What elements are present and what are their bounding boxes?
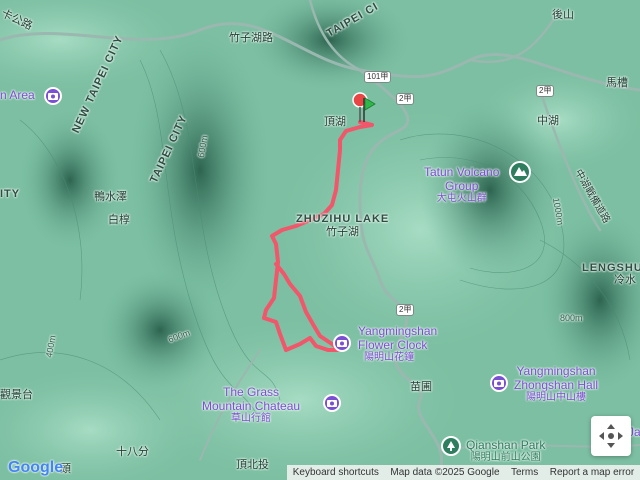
google-logo: Google <box>8 459 64 476</box>
place-miaopu: 苗圃 <box>410 381 432 393</box>
keyboard-shortcuts-link[interactable]: Keyboard shortcuts <box>293 467 379 478</box>
park-icon[interactable] <box>441 436 461 456</box>
report-error-link[interactable]: Report a map error <box>550 467 634 478</box>
contour-800-right: 800m <box>560 313 583 323</box>
place-yashuize: 鴨水澤 <box>94 191 127 203</box>
place-zhuzihu-zh: 竹子湖 <box>326 226 359 238</box>
poi-qianshan-park-line1: Qianshan Park <box>466 438 546 452</box>
poi-tatun-zh: 大屯火山群 <box>436 193 487 204</box>
terms-link[interactable]: Terms <box>511 467 538 478</box>
poi-tatun-line1: Tatun Volcano <box>424 165 500 179</box>
place-zhonghu: 中湖 <box>537 115 559 127</box>
place-machao: 馬槽 <box>606 77 628 89</box>
poi-zhongshan-hall-zh: 陽明山中山樓 <box>526 392 587 403</box>
poi-grass-mountain-line1: The Grass <box>223 385 280 399</box>
highway-shield-2a-right: 2甲 <box>536 85 555 97</box>
highway-shield-101a: 101甲 <box>364 71 392 83</box>
poi-flower-clock-line2: Flower Clock <box>358 338 428 352</box>
poi-zhongshan-hall-line2: Zhongshan Hall <box>514 378 599 392</box>
poi-zhongshan-hall-label[interactable]: Yangmingshan Zhongshan Hall 陽明山中山樓 <box>514 364 598 404</box>
poi-flower-clock-label[interactable]: Yangmingshan Flower Clock 陽明山花鐘 <box>358 324 437 364</box>
zhongshan-hall-pin-icon[interactable] <box>490 374 508 392</box>
poi-zhongshan-hall-line1: Yangmingshan <box>516 364 596 378</box>
poi-grass-mountain-line2: Mountain Chateau <box>202 399 301 413</box>
poi-flower-clock-line1: Yangmingshan <box>358 324 438 338</box>
road-label-zhuzihu: 竹子湖路 <box>229 32 273 44</box>
place-left-partial-city: ITY <box>0 188 21 200</box>
left-area-pin-icon[interactable] <box>44 87 62 105</box>
attribution-bar: Keyboard shortcuts Map data ©2025 Google… <box>287 465 640 480</box>
place-shibafen: 十八分 <box>116 446 149 458</box>
map-data-text: Map data ©2025 Google <box>390 467 500 478</box>
place-guanjingtai: 觀景台 <box>0 389 33 401</box>
grass-mountain-pin-icon[interactable] <box>323 394 341 412</box>
highway-shield-2a-top: 2甲 <box>396 93 415 105</box>
tatun-mountain-icon[interactable] <box>509 161 531 183</box>
poi-tatun-line2: Group <box>445 179 479 193</box>
region-zhuzihu-lake: ZHUZIHU LAKE <box>296 213 390 225</box>
poi-grass-mountain-zh: 草山行館 <box>231 413 272 424</box>
poi-qianshan-park-label[interactable]: Qianshan Park 陽明山前山公園 <box>466 438 545 464</box>
poi-tatun-label[interactable]: Tatun Volcano Group 大屯火山群 <box>424 165 499 205</box>
map-navigation-button[interactable] <box>591 416 631 456</box>
highway-shield-2a-bottom: 2甲 <box>396 304 415 316</box>
poi-grass-mountain-label[interactable]: The Grass Mountain Chateau 草山行館 <box>202 385 300 425</box>
place-left-partial-area: n Area <box>0 88 35 102</box>
place-dingbeitou: 頂北投 <box>236 459 269 471</box>
pan-arrows-icon <box>599 424 623 448</box>
place-baiguo: 白椁 <box>108 214 130 226</box>
poi-qianshan-park-zh: 陽明山前山公園 <box>470 452 541 463</box>
place-lengshui-zh: 冷水 <box>614 274 636 286</box>
place-dinghu: 頂湖 <box>324 116 346 128</box>
poi-flower-clock-zh: 陽明山花鐘 <box>364 352 414 363</box>
flower-clock-pin-icon[interactable] <box>333 334 351 352</box>
road-label-houshan: 後山 <box>552 9 574 21</box>
